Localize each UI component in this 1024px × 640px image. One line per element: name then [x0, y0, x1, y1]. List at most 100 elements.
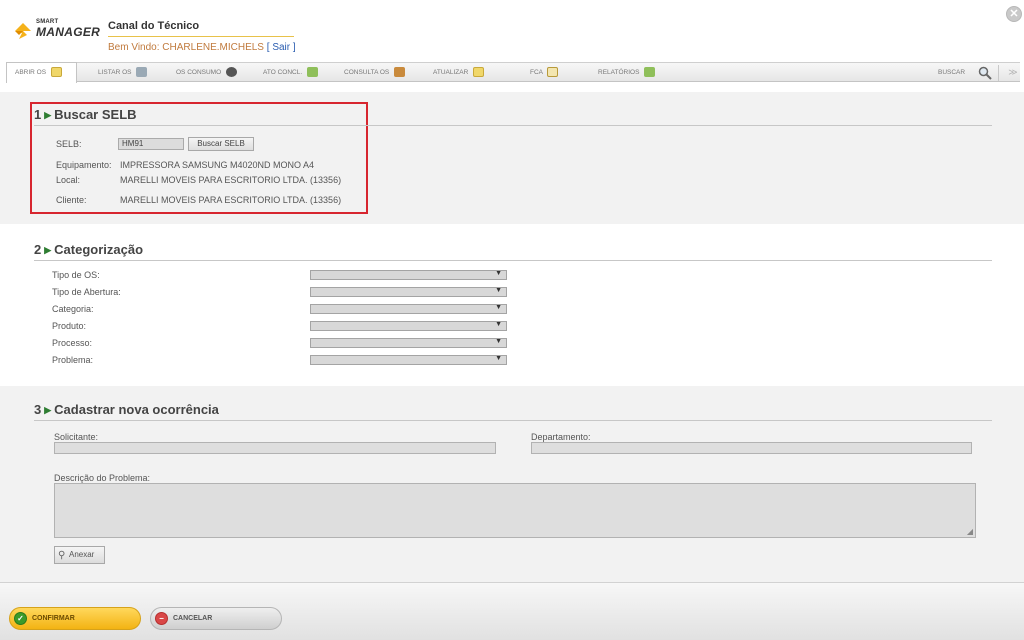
chevron-down-icon: ▼ — [495, 287, 502, 294]
cancel-label: CANCELAR — [173, 615, 213, 622]
search-icon[interactable] — [978, 66, 992, 80]
local-label: Local: — [56, 175, 81, 185]
edit-icon — [473, 67, 485, 78]
grid-icon — [644, 67, 656, 78]
footer: ✓ CONFIRMAR − CANCELAR — [0, 582, 1024, 640]
close-button[interactable]: ✕ — [1006, 6, 1022, 22]
arrow-icon: ▶ — [44, 110, 52, 120]
problema-select[interactable]: ▼ — [310, 355, 507, 365]
equipment-value: IMPRESSORA SAMSUNG M4020ND MONO A4 — [120, 160, 315, 170]
gear-icon — [225, 67, 237, 78]
arrow-icon: ▶ — [44, 405, 52, 415]
categoria-select[interactable]: ▼ — [310, 304, 507, 314]
equipment-label: Equipamento: — [56, 160, 112, 170]
section-number: 3 — [34, 402, 42, 417]
edit-icon — [50, 67, 62, 78]
tools-icon — [136, 67, 148, 78]
header: SMART MANAGER Canal do Técnico Bem Vindo… — [0, 0, 1024, 62]
tab-ato-concl[interactable]: ATO CONCL. — [263, 63, 318, 82]
tab-label: RELATÓRIOS — [598, 69, 640, 76]
client-value: MARELLI MOVEIS PARA ESCRITORIO LTDA. (13… — [120, 195, 342, 205]
chevron-down-icon: ▼ — [495, 270, 502, 277]
local-value: MARELLI MOVEIS PARA ESCRITORIO LTDA. (13… — [120, 175, 342, 185]
tab-os-consumo[interactable]: OS CONSUMO — [176, 63, 237, 82]
logo-icon — [15, 23, 31, 39]
welcome-user: Bem Vindo: CHARLENE.MICHELS — [108, 42, 264, 53]
tipo-os-label: Tipo de OS: — [52, 270, 100, 280]
client-label: Cliente: — [56, 195, 87, 205]
search-label[interactable]: BUSCAR — [938, 63, 965, 82]
tab-label: ABRIR OS — [15, 69, 47, 76]
toolbar: ABRIR OS LISTAR OS OS CONSUMO ATO CONCL.… — [6, 62, 1020, 83]
attach-label: Anexar — [69, 550, 95, 559]
section-title-text: Cadastrar nova ocorrência — [54, 402, 219, 417]
buscar-selb-button[interactable]: Buscar SELB — [188, 137, 254, 151]
tab-abrir-os[interactable]: ABRIR OS — [6, 62, 77, 83]
tab-label: FCA — [530, 69, 543, 76]
tab-consulta-os[interactable]: CONSULTA OS — [344, 63, 406, 82]
welcome-text: Bem Vindo: CHARLENE.MICHELS [ Sair ] — [108, 42, 296, 53]
resize-handle-icon[interactable]: ◢ — [967, 527, 973, 536]
paperclip-icon: ⚲ — [58, 550, 66, 561]
grid-icon — [306, 67, 318, 78]
tab-label: CONSULTA OS — [344, 69, 390, 76]
tipo-abertura-select[interactable]: ▼ — [310, 287, 507, 297]
chevron-down-icon: ▼ — [495, 355, 502, 362]
selb-input[interactable]: HM91 — [118, 138, 184, 150]
confirm-button[interactable]: ✓ CONFIRMAR — [9, 607, 141, 630]
header-divider — [108, 36, 294, 37]
logout-bracket-close: ] — [290, 42, 296, 53]
descricao-textarea[interactable]: ◢ — [54, 483, 976, 538]
collapse-icon[interactable]: ≫ — [1006, 65, 1020, 79]
solicitante-field[interactable] — [54, 442, 496, 454]
logo: SMART MANAGER — [12, 18, 102, 44]
processo-label: Processo: — [52, 338, 93, 348]
arrow-icon: ▶ — [44, 245, 52, 255]
descricao-label: Descrição do Problema: — [54, 473, 151, 483]
logout-link[interactable]: Sair — [272, 42, 290, 53]
tab-fca[interactable]: FCA — [530, 63, 559, 82]
tipo-os-select[interactable]: ▼ — [310, 270, 507, 280]
section-number: 2 — [34, 242, 42, 257]
chevron-down-icon: ▼ — [495, 321, 502, 328]
section-title: 1 ▶ Buscar SELB — [34, 107, 137, 122]
section-rule — [34, 420, 992, 421]
tab-label: OS CONSUMO — [176, 69, 222, 76]
check-icon: ✓ — [14, 612, 27, 625]
tab-atualizar[interactable]: ATUALIZAR — [433, 63, 485, 82]
section-buscar-selb: 1 ▶ Buscar SELB SELB: HM91 Buscar SELB Equ… — [0, 92, 1024, 224]
section-rule — [34, 260, 992, 261]
section-number: 1 — [34, 107, 42, 122]
categoria-label: Categoria: — [52, 304, 94, 314]
toolbar-separator — [998, 65, 999, 81]
section-title: 2 ▶ Categorização — [34, 242, 143, 257]
cancel-icon: − — [155, 612, 168, 625]
section-categorizacao: 2 ▶ Categorização Tipo de OS: ▼ Tipo de Ab… — [0, 224, 1024, 386]
chevron-down-icon: ▼ — [495, 304, 502, 311]
logo-big-text: MANAGER — [36, 25, 101, 39]
problema-label: Problema: — [52, 355, 94, 365]
solicitante-label: Solicitante: — [54, 432, 99, 442]
tab-label: LISTAR OS — [98, 69, 132, 76]
cancel-button[interactable]: − CANCELAR — [150, 607, 282, 630]
clipboard-icon — [547, 67, 559, 78]
processo-select[interactable]: ▼ — [310, 338, 507, 348]
attach-button[interactable]: ⚲ Anexar — [54, 546, 105, 564]
section-rule — [34, 125, 992, 126]
section-title-text: Categorização — [54, 242, 144, 257]
tab-label: ATUALIZAR — [433, 69, 469, 76]
section-title-text: Buscar SELB — [54, 107, 137, 122]
produto-label: Produto: — [52, 321, 87, 331]
tab-listar-os[interactable]: LISTAR OS — [98, 63, 148, 82]
box-icon — [394, 67, 406, 78]
section-title: 3 ▶ Cadastrar nova ocorrência — [34, 402, 219, 417]
tab-relatorios[interactable]: RELATÓRIOS — [598, 63, 656, 82]
tab-label: ATO CONCL. — [263, 69, 303, 76]
produto-select[interactable]: ▼ — [310, 321, 507, 331]
page-title: Canal do Técnico — [108, 20, 200, 32]
selb-label: SELB: — [56, 139, 82, 149]
tipo-abertura-label: Tipo de Abertura: — [52, 287, 121, 297]
section-nova-ocorrencia: 3 ▶ Cadastrar nova ocorrência Solicitante:… — [0, 386, 1024, 582]
chevron-down-icon: ▼ — [495, 338, 502, 345]
departamento-field[interactable] — [531, 442, 972, 454]
